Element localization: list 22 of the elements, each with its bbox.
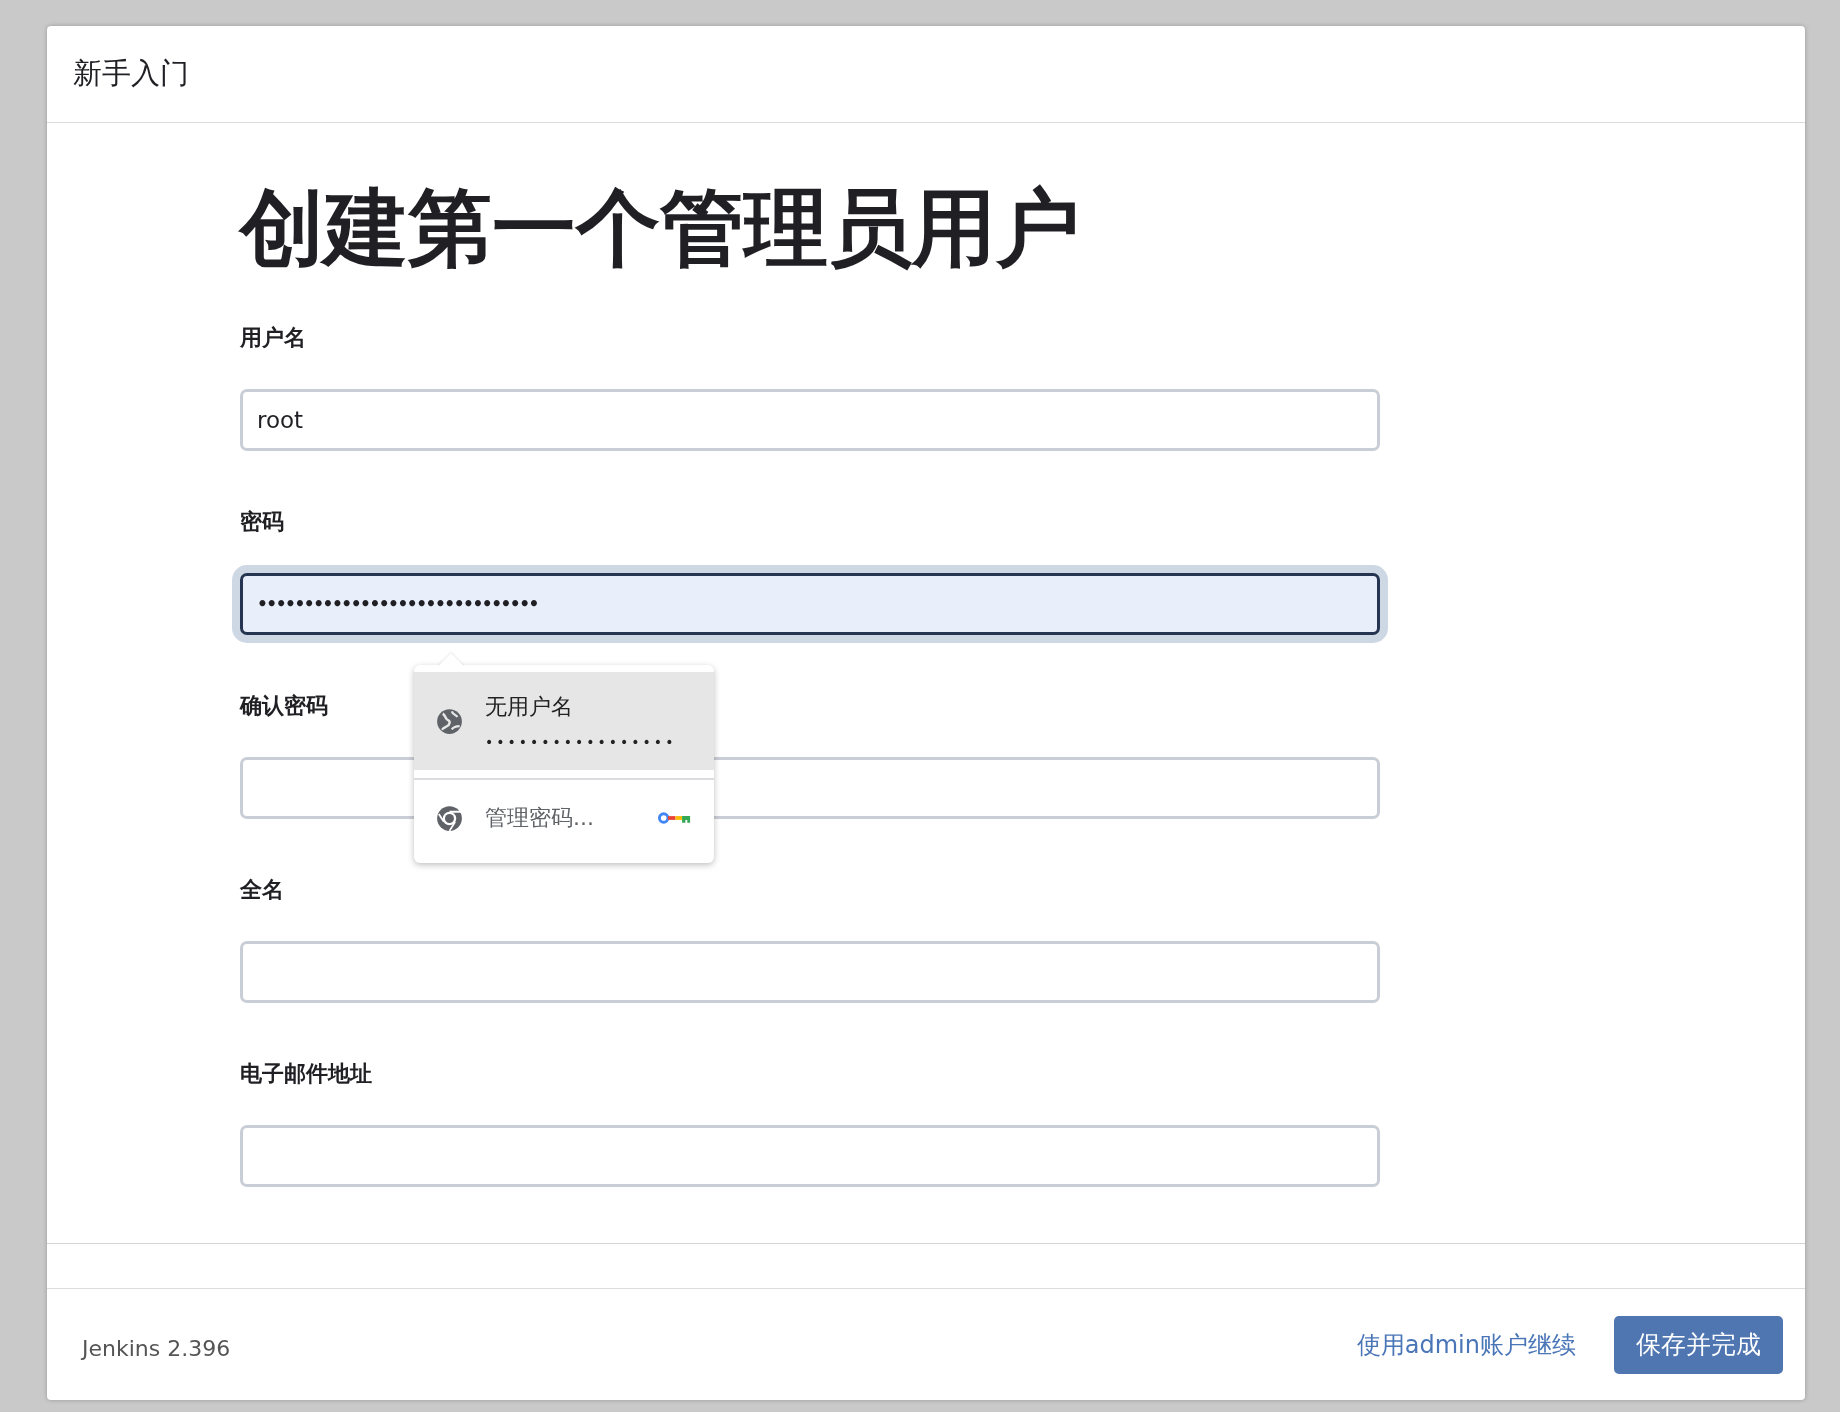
- browser-logo-icon: [436, 804, 463, 832]
- input-field[interactable]: ••••••••••••••••••••••••••••••: [240, 573, 1380, 635]
- masked-password: •••••••••••••••••: [485, 734, 678, 750]
- input-field[interactable]: [240, 941, 1380, 1003]
- autofill-item[interactable]: 无用户名 •••••••••••••••••: [414, 672, 714, 770]
- save-button[interactable]: 保存并完成: [1614, 1315, 1783, 1374]
- field-label: 密码: [240, 508, 284, 536]
- continue-link[interactable]: 使用admin账户继续: [1356, 1328, 1576, 1361]
- autofill-title: 管理密码...: [485, 804, 595, 832]
- field-label: 电子邮件地址: [240, 1060, 372, 1088]
- page-heading: 创建第一个管理员用户: [240, 178, 1081, 279]
- autofill-title: 无用户名: [485, 693, 574, 721]
- field-label: 用户名: [240, 324, 306, 352]
- input-field[interactable]: root: [240, 389, 1380, 451]
- autofill-item[interactable]: 管理密码...: [414, 780, 714, 856]
- globe-icon: [436, 707, 463, 735]
- field-label: 确认密码: [240, 692, 328, 720]
- dialog-title: 新手入门: [73, 55, 189, 92]
- field-label: 全名: [240, 876, 284, 904]
- input-field[interactable]: [240, 1125, 1380, 1187]
- version-text: Jenkins 2.396: [82, 1336, 232, 1361]
- key-icon: [658, 810, 692, 826]
